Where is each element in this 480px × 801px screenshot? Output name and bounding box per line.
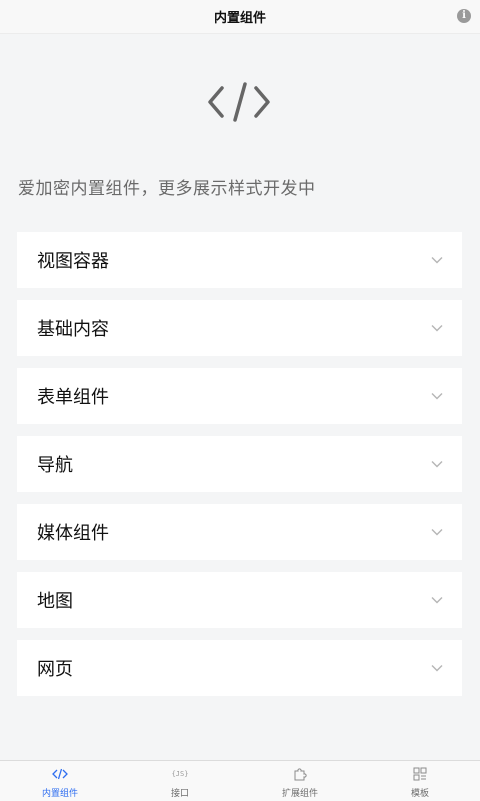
chevron-down-icon	[431, 529, 443, 536]
chevron-down-icon	[431, 665, 443, 672]
code-brackets-icon	[208, 82, 270, 122]
panel-label: 基础内容	[37, 319, 109, 340]
page-title: 内置组件	[213, 11, 266, 26]
tab-label: 扩展组件	[281, 789, 318, 799]
panel-label: 表单组件	[37, 387, 109, 408]
tab-templates[interactable]: 模板	[360, 761, 480, 801]
info-icon[interactable]: i	[457, 9, 471, 23]
panel-form-components[interactable]: 表单组件	[17, 368, 462, 424]
panel-label: 网页	[37, 659, 73, 680]
puzzle-icon	[294, 768, 307, 781]
code-icon	[52, 768, 68, 780]
tab-bar: 内置组件 {JS} 接口 扩展组件 模板	[0, 760, 480, 801]
tab-label: 模板	[410, 789, 429, 799]
panel-label: 媒体组件	[37, 523, 109, 544]
panel-label: 视图容器	[37, 251, 109, 272]
tab-api[interactable]: {JS} 接口	[120, 761, 240, 801]
navigation-bar: 内置组件 i	[0, 0, 480, 34]
template-grid-icon	[413, 767, 427, 781]
panel-label: 地图	[37, 591, 73, 612]
tab-label: 内置组件	[41, 789, 78, 799]
chevron-down-icon	[431, 257, 443, 264]
intro-text: 爱加密内置组件，更多展示样式开发中	[18, 179, 316, 199]
tab-extended-components[interactable]: 扩展组件	[240, 761, 360, 801]
tab-builtin-components[interactable]: 内置组件	[0, 761, 120, 801]
chevron-down-icon	[431, 393, 443, 400]
panel-view-container[interactable]: 视图容器	[17, 232, 462, 288]
chevron-down-icon	[431, 325, 443, 332]
panel-media-components[interactable]: 媒体组件	[17, 504, 462, 560]
tab-label: 接口	[170, 789, 189, 799]
panel-navigation[interactable]: 导航	[17, 436, 462, 492]
panel-map[interactable]: 地图	[17, 572, 462, 628]
panel-label: 导航	[37, 455, 73, 476]
chevron-down-icon	[431, 597, 443, 604]
js-icon: {JS}	[171, 770, 189, 778]
panel-webpage[interactable]: 网页	[17, 640, 462, 696]
chevron-down-icon	[431, 461, 443, 468]
panel-basic-content[interactable]: 基础内容	[17, 300, 462, 356]
